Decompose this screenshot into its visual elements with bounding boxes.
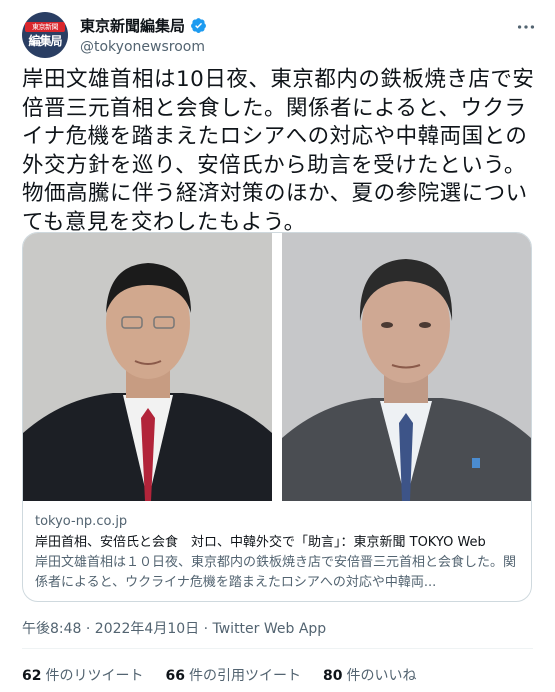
tweet-header: 東京新聞 編集局 東京新聞編集局 @tokyonewsroom	[22, 10, 537, 60]
tweet-stats: 62 件のリツイート 66 件の引用ツイート 80 件のいいね	[22, 665, 438, 685]
link-card[interactable]: tokyo-np.co.jp 岸田首相、安倍氏と会食 対ロ、中韓外交で「助言」：…	[22, 232, 532, 602]
likes-label: 件のいいね	[346, 668, 417, 684]
avatar-seal-bottom: 編集局	[28, 34, 62, 48]
avatar[interactable]: 東京新聞 編集局	[22, 12, 68, 58]
likes-stat[interactable]: 80 件のいいね	[323, 665, 416, 685]
quotes-label: 件の引用ツイート	[188, 668, 301, 684]
display-name-row: 東京新聞編集局	[80, 15, 207, 36]
card-domain: tokyo-np.co.jp	[35, 514, 128, 529]
retweets-label: 件のリツイート	[45, 668, 144, 684]
card-info: tokyo-np.co.jp 岸田首相、安倍氏と会食 対ロ、中韓外交で「助言」：…	[35, 513, 519, 593]
likes-count: 80	[322, 668, 343, 684]
card-title: 岸田首相、安倍氏と会食 対ロ、中韓外交で「助言」：東京新聞 TOKYO Web	[35, 535, 486, 550]
more-options-icon[interactable]	[515, 16, 537, 38]
account-names: 東京新聞編集局 @tokyonewsroom	[80, 15, 207, 55]
tweet-timestamp[interactable]: 午後8:48 · 2022年4月10日 · Twitter Web App	[22, 618, 326, 638]
tweet: 東京新聞 編集局 東京新聞編集局 @tokyonewsroom 岸田文雄首相は1…	[0, 0, 555, 692]
verified-badge-icon	[191, 18, 206, 33]
photo-right	[282, 233, 531, 501]
quotes-stat[interactable]: 66 件の引用ツイート	[165, 665, 300, 685]
retweets-stat[interactable]: 62 件のリツイート	[22, 665, 143, 685]
account-handle[interactable]: @tokyonewsroom	[80, 39, 207, 55]
portrait-left-image	[23, 233, 272, 501]
photo-left	[23, 233, 272, 501]
card-images	[23, 233, 531, 501]
divider	[22, 648, 533, 649]
avatar-seal-top: 東京新聞	[25, 22, 65, 32]
retweets-count: 62	[22, 668, 42, 684]
tweet-text: 岸田文雄首相は10日夜、東京都内の鉄板焼き店で安倍晋三元首相と会食した。関係者に…	[22, 67, 535, 235]
display-name[interactable]: 東京新聞編集局	[80, 15, 185, 36]
quotes-count: 66	[165, 668, 185, 684]
portrait-right-image	[282, 233, 531, 501]
card-description: 岸田文雄首相は１０日夜、東京都内の鉄板焼き店で安倍晋三元首相と会食した。関係者に…	[35, 555, 517, 590]
